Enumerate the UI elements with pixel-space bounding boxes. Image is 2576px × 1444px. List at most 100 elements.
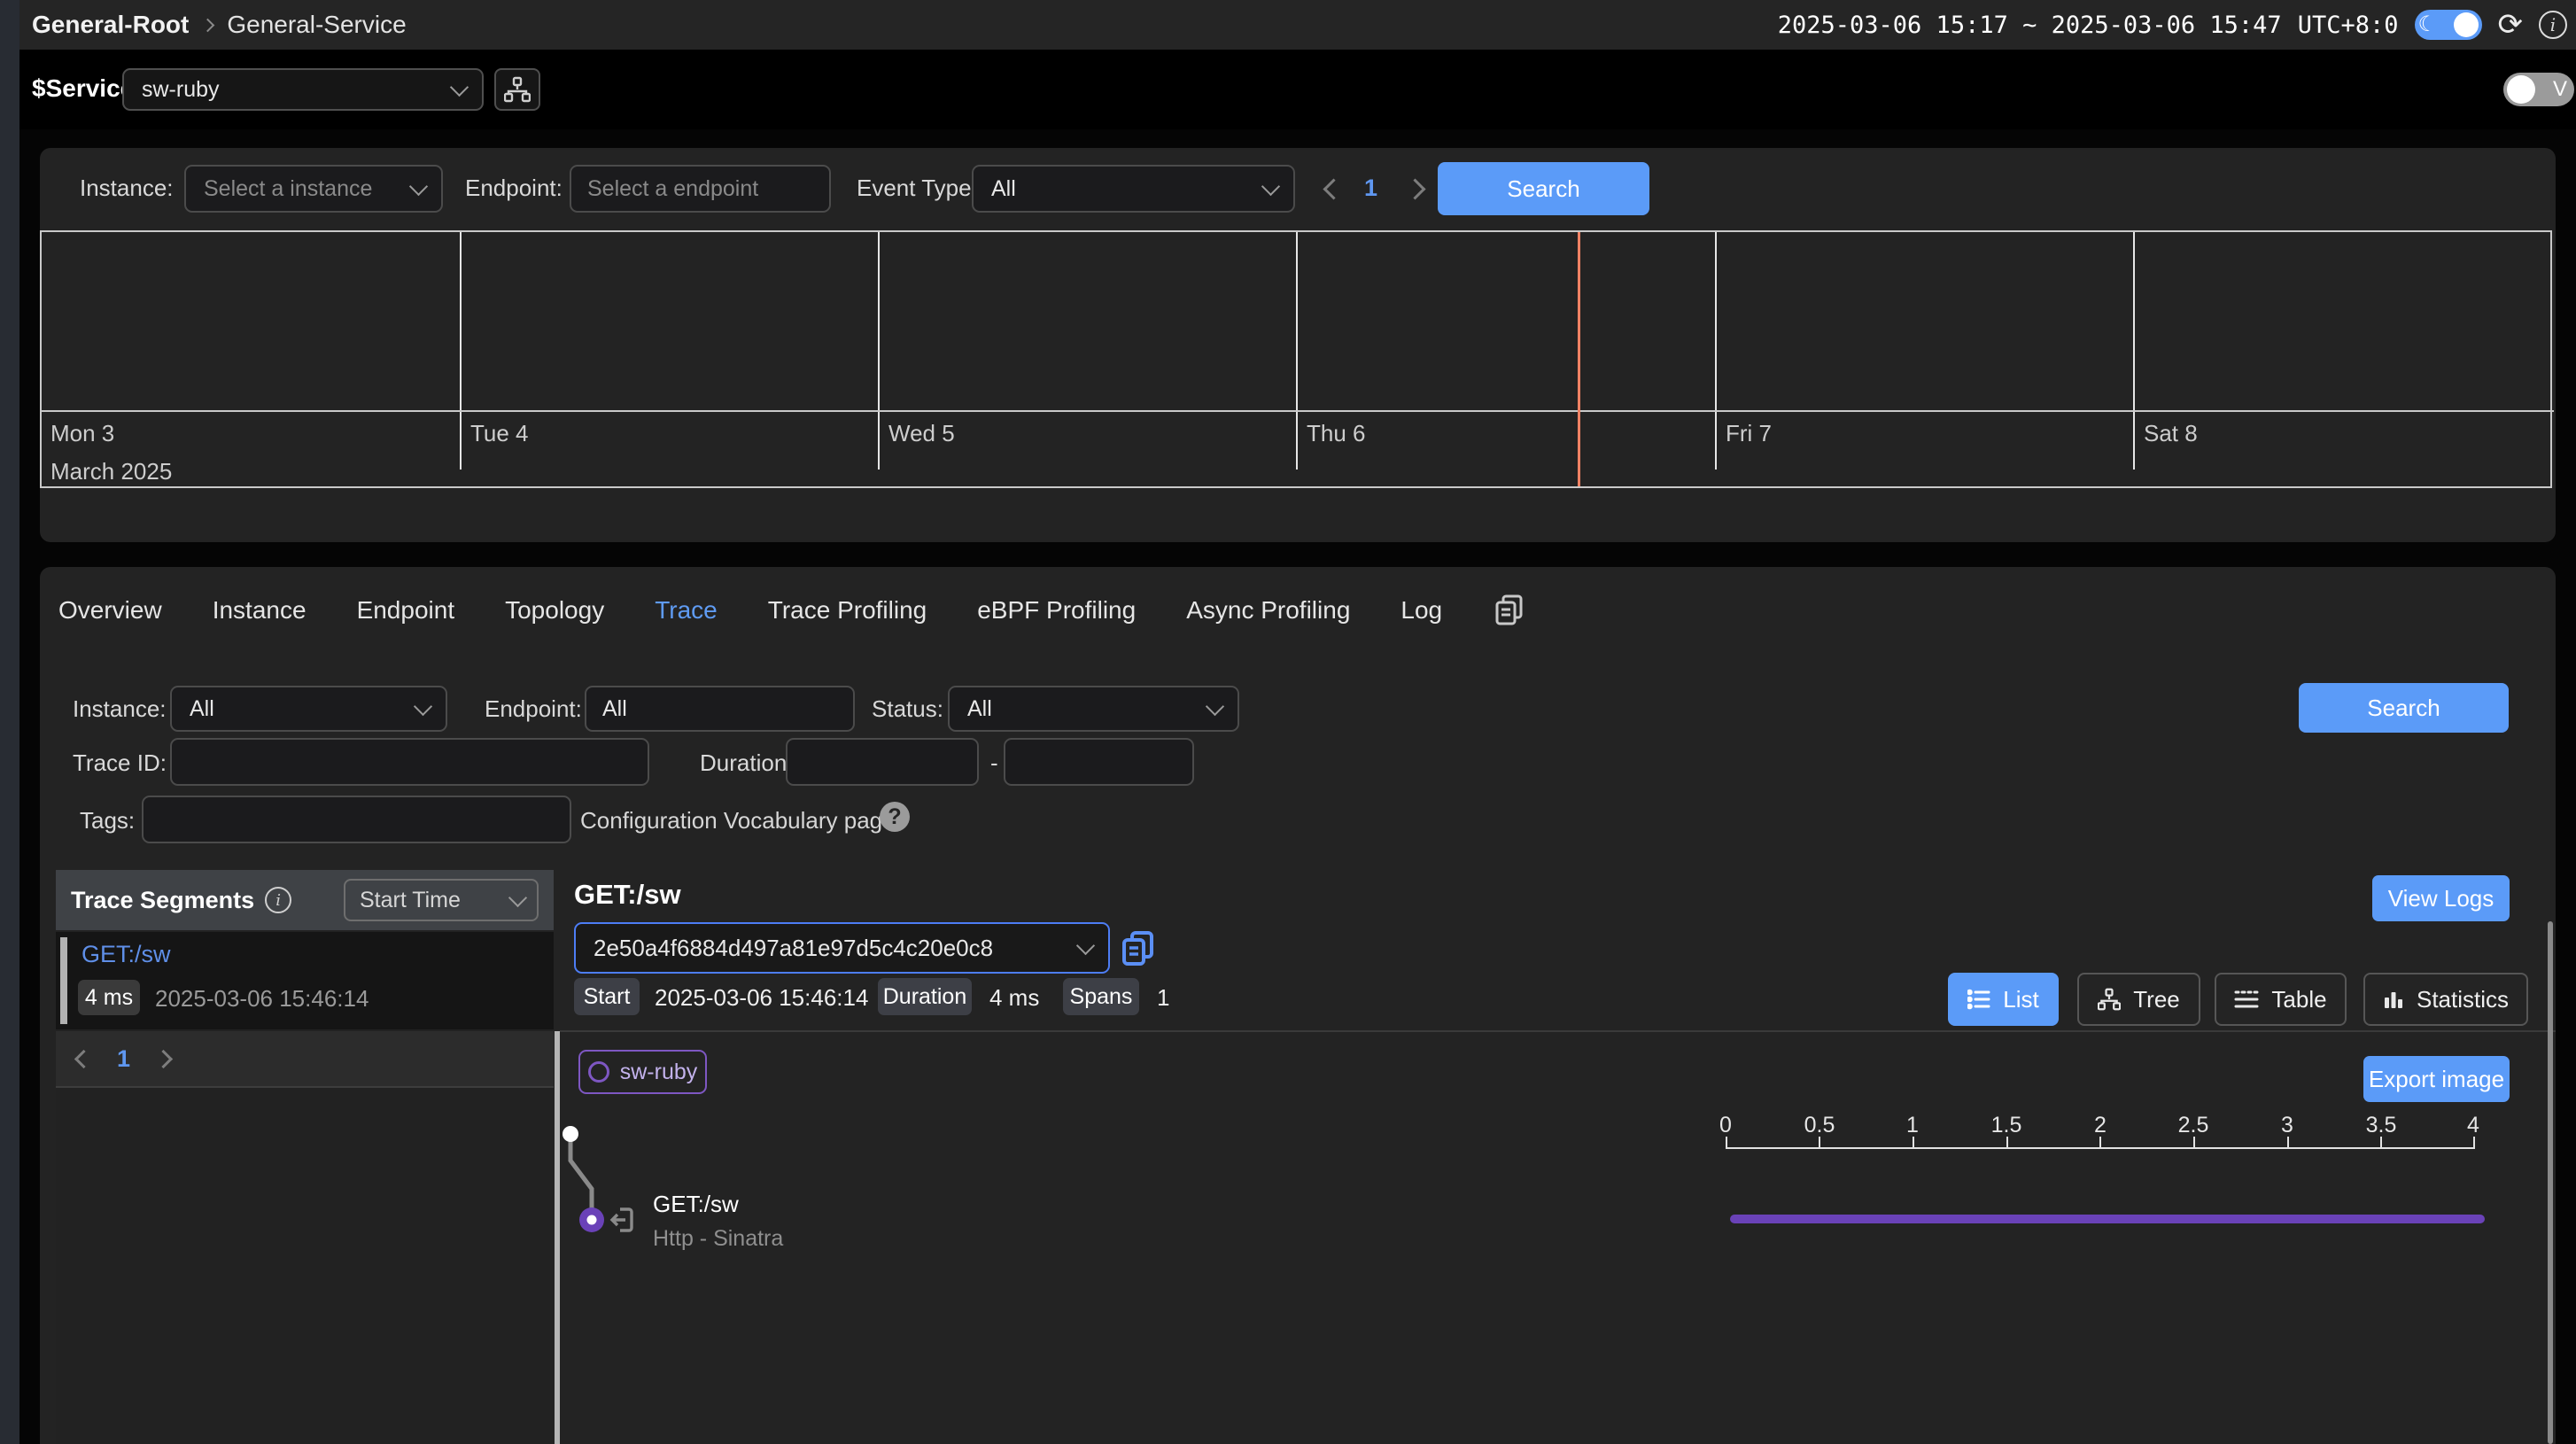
tab-endpoint[interactable]: Endpoint bbox=[357, 596, 455, 625]
filter-duration-label: Duration: bbox=[700, 749, 794, 777]
trace-segments-header: Trace Segments i Start Time bbox=[56, 870, 554, 930]
span-duration-bar[interactable] bbox=[1730, 1215, 2485, 1223]
table-icon bbox=[2234, 989, 2259, 1010]
breadcrumb-root[interactable]: General-Root bbox=[32, 11, 189, 39]
view-statistics-button[interactable]: Statistics bbox=[2363, 973, 2528, 1026]
gridline bbox=[1296, 232, 1298, 470]
chevron-down-icon bbox=[409, 177, 428, 196]
help-icon[interactable]: ? bbox=[880, 802, 910, 832]
tab-log[interactable]: Log bbox=[1401, 596, 1442, 625]
view-table-button[interactable]: Table bbox=[2215, 973, 2347, 1026]
filter-tags-input[interactable] bbox=[142, 796, 571, 843]
chevron-down-icon bbox=[1076, 936, 1095, 955]
service-bar: $Service sw-ruby V bbox=[19, 50, 2576, 129]
segment-item-duration: 4 ms bbox=[85, 985, 133, 1011]
segment-item-name[interactable]: GET:/sw bbox=[81, 941, 171, 968]
timeline-chart[interactable]: Mon 3 Tue 4 Wed 5 Thu 6 Fri 7 Sat 8 Marc… bbox=[40, 230, 2552, 488]
view-list-button[interactable]: List bbox=[1948, 973, 2059, 1026]
filter-duration-max-input[interactable] bbox=[1004, 738, 1194, 786]
event-instance-label: Instance: bbox=[80, 175, 174, 202]
trace-segments-panel: Trace Segments i Start Time GET:/sw 4 ms… bbox=[56, 870, 554, 1444]
filter-instance-select[interactable]: All bbox=[170, 686, 447, 732]
axis-tick bbox=[2193, 1137, 2195, 1147]
time-marker-line bbox=[1578, 232, 1580, 486]
event-endpoint-label: Endpoint: bbox=[465, 175, 563, 202]
event-search-label: Search bbox=[1507, 175, 1579, 203]
segments-prev-page-icon[interactable] bbox=[74, 1049, 93, 1067]
topology-icon bbox=[504, 76, 531, 103]
view-statistics-label: Statistics bbox=[2417, 986, 2509, 1013]
event-search-button[interactable]: Search bbox=[1438, 162, 1649, 215]
sort-select[interactable]: Start Time bbox=[344, 879, 539, 921]
filter-endpoint-input[interactable] bbox=[585, 686, 855, 732]
axis-tick-label: 3 bbox=[2261, 1113, 2314, 1138]
filter-instance-label: Instance: bbox=[73, 695, 167, 723]
span-time-axis: 0 0.5 1 1.5 2 2.5 3 3.5 4 bbox=[1726, 1113, 2475, 1150]
trace-segments-title: Trace Segments bbox=[71, 887, 254, 914]
tab-instance[interactable]: Instance bbox=[213, 596, 306, 625]
tab-topology[interactable]: Topology bbox=[505, 596, 604, 625]
service-legend-chip[interactable]: sw-ruby bbox=[578, 1050, 707, 1094]
time-range-text[interactable]: 2025-03-06 15:17 ~ 2025-03-06 15:47 bbox=[1778, 12, 2282, 39]
filter-instance-value: All bbox=[190, 696, 214, 722]
tab-trace[interactable]: Trace bbox=[655, 596, 718, 625]
event-type-value: All bbox=[991, 176, 1016, 202]
service-label: $Service bbox=[32, 74, 134, 103]
tab-ebpf-profiling[interactable]: eBPF Profiling bbox=[977, 596, 1136, 625]
sort-select-value: Start Time bbox=[360, 888, 461, 913]
axis-tick-label: 2 bbox=[2074, 1113, 2127, 1138]
event-endpoint-input[interactable] bbox=[570, 165, 831, 213]
export-image-button[interactable]: Export image bbox=[2363, 1056, 2510, 1102]
segment-item-accent bbox=[60, 937, 67, 1024]
trace-panel: Overview Instance Endpoint Topology Trac… bbox=[40, 567, 2556, 1444]
info-icon[interactable]: i bbox=[2539, 11, 2567, 39]
vocabulary-link[interactable]: Configuration Vocabulary page bbox=[580, 807, 896, 835]
dark-mode-toggle[interactable]: ☾ bbox=[2415, 10, 2482, 40]
spans-badge: Spans bbox=[1063, 978, 1139, 1015]
day-label: Fri 7 bbox=[1726, 420, 1772, 447]
span-name[interactable]: GET:/sw bbox=[653, 1191, 739, 1218]
event-type-select[interactable]: All bbox=[972, 165, 1295, 213]
service-select[interactable]: sw-ruby bbox=[122, 68, 484, 111]
event-prev-page-icon[interactable] bbox=[1323, 178, 1344, 199]
chevron-down-icon bbox=[1206, 697, 1224, 716]
filter-duration-min-input[interactable] bbox=[786, 738, 979, 786]
segments-info-icon[interactable]: i bbox=[265, 887, 291, 913]
segment-item[interactable]: GET:/sw 4 ms 2025-03-06 15:46:14 bbox=[56, 932, 554, 1029]
tab-async-profiling[interactable]: Async Profiling bbox=[1186, 596, 1350, 625]
tab-overview[interactable]: Overview bbox=[58, 596, 162, 625]
axis-tick-label: 2.5 bbox=[2167, 1113, 2220, 1138]
top-bar: General-Root General-Service 2025-03-06 … bbox=[19, 0, 2576, 50]
segments-page-number[interactable]: 1 bbox=[117, 1045, 130, 1073]
view-logs-label: View Logs bbox=[2388, 885, 2495, 912]
axis-tick bbox=[2473, 1137, 2475, 1147]
breadcrumb: General-Root General-Service bbox=[32, 11, 407, 39]
start-badge-label: Start bbox=[584, 984, 631, 1010]
axis-tick bbox=[2099, 1137, 2101, 1147]
view-logs-button[interactable]: View Logs bbox=[2372, 875, 2510, 921]
event-instance-select[interactable]: Select a instance bbox=[184, 165, 443, 213]
topology-button[interactable] bbox=[494, 68, 540, 111]
trace-search-button[interactable]: Search bbox=[2299, 683, 2509, 733]
statistics-icon bbox=[2383, 989, 2404, 1010]
scrollbar-thumb[interactable] bbox=[2548, 921, 2553, 1444]
segments-next-page-icon[interactable] bbox=[154, 1049, 173, 1067]
gridline bbox=[460, 232, 462, 470]
event-page-number[interactable]: 1 bbox=[1364, 175, 1377, 202]
event-instance-placeholder: Select a instance bbox=[204, 176, 372, 202]
event-next-page-icon[interactable] bbox=[1404, 178, 1425, 199]
copy-trace-id-icon[interactable] bbox=[1121, 930, 1156, 967]
axis-tick-label: 1.5 bbox=[1980, 1113, 2033, 1138]
version-toggle[interactable]: V bbox=[2503, 73, 2574, 106]
refresh-icon[interactable]: ⟳ bbox=[2498, 10, 2524, 40]
left-rail bbox=[0, 0, 19, 1444]
tab-trace-profiling[interactable]: Trace Profiling bbox=[768, 596, 927, 625]
day-label: Sat 8 bbox=[2144, 420, 2198, 447]
duration-badge: Duration bbox=[878, 978, 972, 1015]
day-label: Wed 5 bbox=[888, 420, 955, 447]
trace-id-select[interactable]: 2e50a4f6884d497a81e97d5c4c20e0c8 bbox=[574, 922, 1110, 974]
view-tree-button[interactable]: Tree bbox=[2077, 973, 2200, 1026]
filter-status-select[interactable]: All bbox=[948, 686, 1239, 732]
copy-tabs-icon[interactable] bbox=[1493, 593, 1526, 628]
filter-traceid-input[interactable] bbox=[170, 738, 649, 786]
